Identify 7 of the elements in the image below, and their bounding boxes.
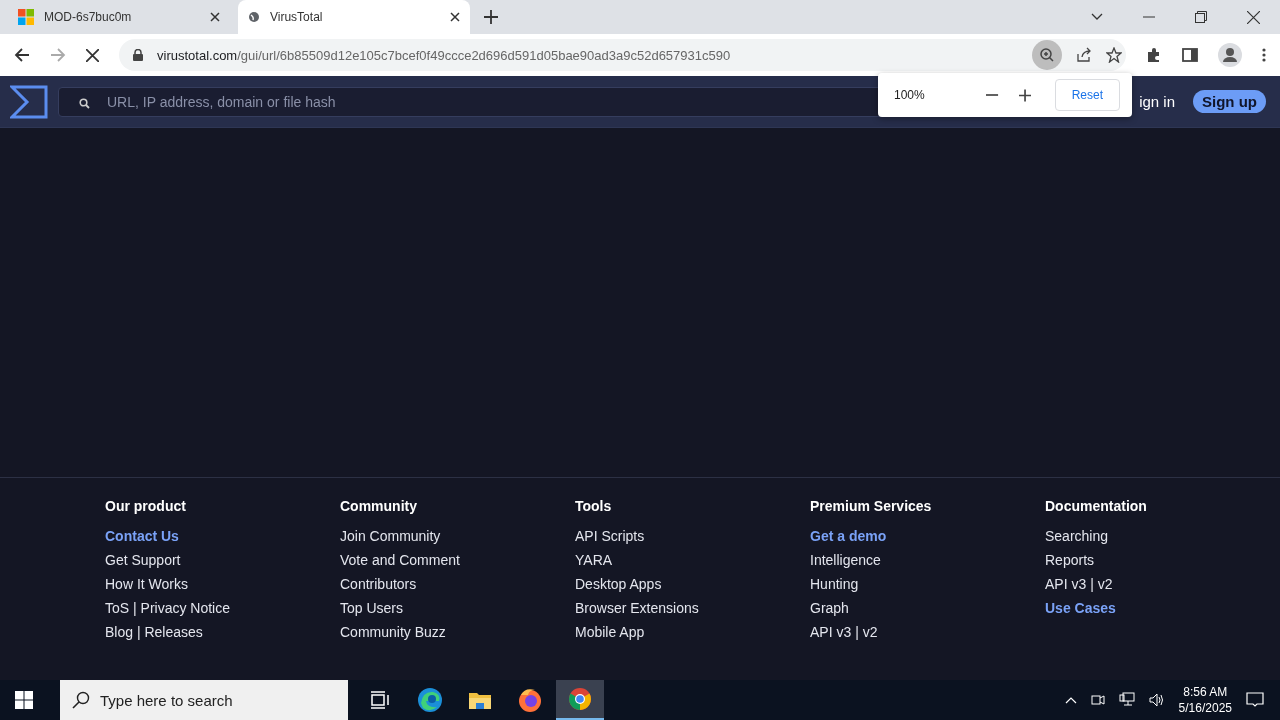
footer-heading: Community [340,498,418,514]
footer-heading: Our product [105,498,187,514]
footer-heading: Tools [575,498,613,514]
footer-heading: Premium Services [810,498,933,514]
url-text: virustotal.com/gui/url/6b85509d12e105c7bcef0f49ccce2d696d591d05bae90ad3a9c52d657931c590 [157,47,731,63]
zoom-level: 100% [894,88,926,102]
footer-heading: Documentation [1045,498,1148,514]
